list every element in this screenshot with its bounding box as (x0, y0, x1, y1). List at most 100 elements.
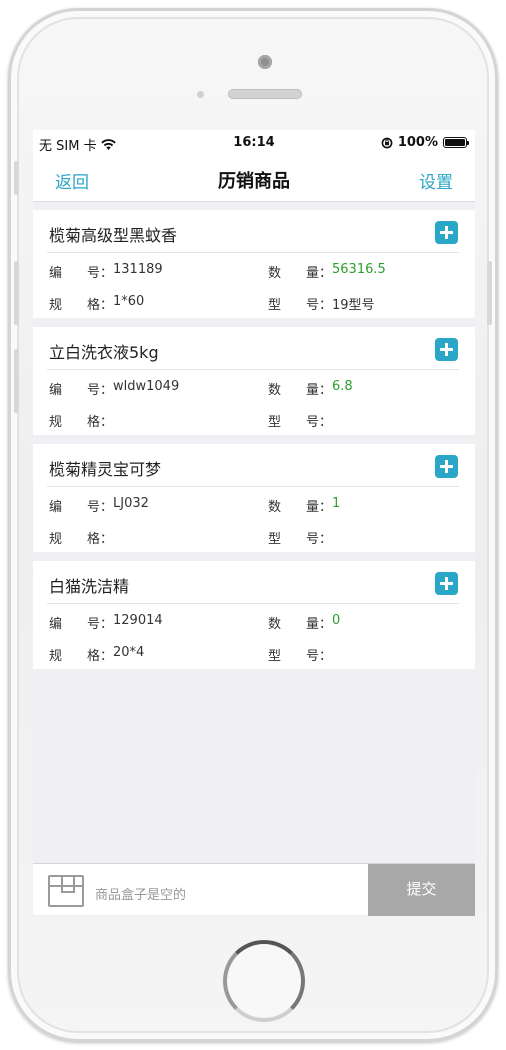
model-label-a: 型 (268, 415, 282, 430)
earpiece-speaker (228, 89, 302, 99)
code-label-a: 编 (49, 500, 63, 515)
card-divider (47, 486, 459, 487)
model-label-b: 号： (305, 649, 332, 664)
spec-value: 1*60 (113, 294, 145, 309)
power-button (487, 261, 492, 325)
model-label-b: 号： (305, 415, 332, 430)
front-camera (258, 55, 272, 69)
card-divider (47, 369, 459, 370)
product-card: 榄菊精灵宝可梦 编号： LJ032 数量： 1 规格： 型号： (33, 444, 475, 552)
code-label-a: 编 (49, 266, 63, 281)
code-label-b: 号： (86, 383, 113, 398)
nav-bar: 返回 历销商品 设置 (33, 156, 475, 202)
settings-button[interactable]: 设置 (419, 168, 453, 193)
spec-label-a: 规 (49, 298, 63, 313)
quantity-label-a: 数 (268, 500, 282, 515)
quantity-field: 数 量： 56316.5 (268, 262, 386, 281)
code-field: 编 号： 131189 (49, 262, 163, 281)
spec-label: 规 格： (49, 411, 113, 430)
code-value: wldw1049 (113, 379, 180, 394)
quantity-label: 数 量： (268, 496, 332, 515)
model-field: 型 号： (268, 411, 332, 430)
spec-label: 规 格： (49, 294, 113, 313)
spec-label: 规 格： (49, 645, 113, 664)
rotation-lock-icon (381, 137, 393, 148)
quantity-value: 56316.5 (332, 262, 386, 277)
quantity-label: 数 量： (268, 613, 332, 632)
app-screen: 无 SIM 卡 16:14 100% 返回 历销商品 设置 榄菊高级型黑蚊香 编… (33, 130, 475, 916)
add-product-button[interactable] (435, 455, 458, 478)
model-label-a: 型 (268, 298, 282, 313)
add-product-button[interactable] (435, 338, 458, 361)
mute-switch (14, 161, 19, 195)
code-field: 编 号： LJ032 (49, 496, 149, 515)
code-label-a: 编 (49, 383, 63, 398)
cart-empty-text: 商品盒子是空的 (95, 888, 187, 903)
code-label: 编 号： (49, 613, 113, 632)
code-label-b: 号： (86, 617, 113, 632)
add-product-button[interactable] (435, 221, 458, 244)
model-label-a: 型 (268, 649, 282, 664)
model-label: 型 号： (268, 294, 332, 313)
code-label-b: 号： (86, 266, 113, 281)
product-list: 榄菊高级型黑蚊香 编号： 131189 数量： 56316.5 规格： 1*60… (33, 210, 475, 678)
spec-field: 规 格： (49, 411, 113, 430)
spec-label-b: 格： (86, 415, 113, 430)
model-label-a: 型 (268, 532, 282, 547)
battery-percent: 100% (397, 135, 438, 150)
code-field: 编 号： wldw1049 (49, 379, 179, 398)
model-field: 型 号： 19型号 (268, 294, 375, 313)
quantity-label-a: 数 (268, 266, 282, 281)
submit-button[interactable]: 提交 (368, 864, 475, 916)
code-field: 编 号： 129014 (49, 613, 163, 632)
code-label: 编 号： (49, 262, 113, 281)
status-bar: 无 SIM 卡 16:14 100% (33, 130, 475, 156)
product-name: 白猫洗洁精 (49, 577, 130, 596)
code-value: 131189 (113, 262, 163, 277)
proximity-sensor (197, 91, 204, 98)
battery-icon (443, 137, 469, 148)
model-field: 型 号： (268, 528, 332, 547)
code-label-b: 号： (86, 500, 113, 515)
card-divider (47, 603, 459, 604)
code-label: 编 号： (49, 496, 113, 515)
quantity-field: 数 量： 0 (268, 613, 340, 632)
model-value: 19型号 (332, 298, 375, 313)
quantity-label: 数 量： (268, 379, 332, 398)
spec-label: 规 格： (49, 528, 113, 547)
model-label: 型 号： (268, 411, 332, 430)
code-label: 编 号： (49, 379, 113, 398)
spec-label-b: 格： (86, 649, 113, 664)
quantity-label-a: 数 (268, 617, 282, 632)
quantity-label: 数 量： (268, 262, 332, 281)
home-button[interactable] (223, 940, 305, 1022)
back-button[interactable]: 返回 (55, 168, 89, 193)
product-card: 榄菊高级型黑蚊香 编 号： 131189 数 量： 56316.5 规 格： 1*60… (33, 210, 475, 318)
spec-value: 20*4 (113, 645, 145, 660)
box-icon[interactable] (48, 875, 84, 907)
product-name: 榄菊高级型黑蚊香 (49, 226, 178, 245)
product-card: 立白洗衣液5kg 编号： wldw1049 数量： 6.8 规格： 型号： (33, 327, 475, 435)
quantity-field: 数 量： 6.8 (268, 379, 353, 398)
spec-label-a: 规 (49, 532, 63, 547)
page-title: 历销商品 (218, 171, 290, 192)
code-label-a: 编 (49, 617, 63, 632)
spec-field: 规 格： 1*60 (49, 294, 144, 313)
add-product-button[interactable] (435, 572, 458, 595)
model-field: 型 号： (268, 645, 332, 664)
quantity-label-b: 量： (305, 500, 332, 515)
spec-label-b: 格： (86, 532, 113, 547)
quantity-field: 数 量： 1 (268, 496, 340, 515)
status-right: 100% (381, 135, 469, 150)
spec-field: 规 格： 20*4 (49, 645, 144, 664)
quantity-value: 1 (332, 496, 341, 511)
spec-label-b: 格： (86, 298, 113, 313)
quantity-value: 6.8 (332, 379, 353, 394)
quantity-label-b: 量： (305, 266, 332, 281)
product-card: 白猫洗洁精 编号： 129014 数量： 0 规格： 20*4 型号： (33, 561, 475, 669)
model-label-b: 号： (305, 532, 332, 547)
quantity-label-b: 量： (305, 383, 332, 398)
card-divider (47, 252, 459, 253)
quantity-value: 0 (332, 613, 341, 628)
code-value: 129014 (113, 613, 163, 628)
